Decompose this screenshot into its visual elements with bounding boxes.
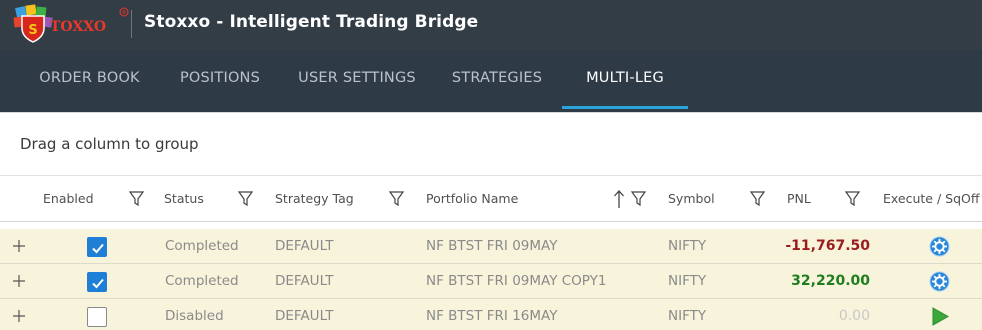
grid-header: Enabled Status Strategy Tag Portfolio Na… bbox=[0, 176, 982, 222]
column-header-symbol[interactable]: Symbol bbox=[668, 176, 715, 222]
portfolio-name-cell: NF BTST FRI 09MAY COPY1 bbox=[426, 273, 607, 289]
filter-icon[interactable] bbox=[238, 191, 253, 207]
filter-icon[interactable] bbox=[129, 191, 144, 207]
pnl-cell: 32,220.00 bbox=[791, 273, 870, 289]
group-by-panel[interactable]: Drag a column to group bbox=[0, 112, 982, 176]
logo-separator bbox=[131, 10, 132, 38]
svg-text:®: ® bbox=[121, 10, 127, 17]
stoxxo-logo: S TOXXO ® bbox=[13, 4, 129, 43]
title-bar: S TOXXO ® Stoxxo - Intelligent Trading B… bbox=[0, 0, 982, 50]
tab-user-settings[interactable]: USER SETTINGS bbox=[284, 50, 430, 112]
status-cell: Completed bbox=[165, 273, 239, 289]
filter-icon[interactable] bbox=[845, 191, 860, 207]
sqoff-gear-icon[interactable] bbox=[929, 236, 950, 257]
table-row[interactable]: Disabled DEFAULT NF BTST FRI 16MAY NIFTY… bbox=[0, 299, 982, 330]
checkmark-icon bbox=[92, 278, 104, 289]
pnl-cell: 0.00 bbox=[838, 308, 870, 324]
table-row[interactable]: Completed DEFAULT NF BTST FRI 09MAY NIFT… bbox=[0, 229, 982, 264]
symbol-cell: NIFTY bbox=[668, 238, 707, 254]
active-tab-indicator bbox=[562, 106, 688, 109]
column-header-execute-sqoff[interactable]: Execute / SqOff bbox=[883, 176, 979, 222]
strategy-tag-cell: DEFAULT bbox=[275, 238, 334, 254]
app-title: Stoxxo - Intelligent Trading Bridge bbox=[144, 12, 479, 32]
status-cell: Disabled bbox=[165, 308, 224, 324]
tab-order-book[interactable]: ORDER BOOK bbox=[24, 50, 155, 112]
symbol-cell: NIFTY bbox=[668, 273, 707, 289]
main-nav: ORDER BOOK POSITIONS USER SETTINGS STRAT… bbox=[0, 50, 982, 112]
portfolio-name-cell: NF BTST FRI 09MAY bbox=[426, 238, 558, 254]
group-panel-hint: Drag a column to group bbox=[20, 135, 199, 153]
checkmark-icon bbox=[92, 243, 104, 254]
column-header-portfolio-name[interactable]: Portfolio Name bbox=[426, 176, 518, 222]
column-header-status[interactable]: Status bbox=[164, 176, 204, 222]
tab-positions[interactable]: POSITIONS bbox=[164, 50, 276, 112]
filter-icon[interactable] bbox=[631, 191, 646, 207]
svg-text:S: S bbox=[28, 23, 37, 38]
play-icon[interactable] bbox=[929, 306, 950, 327]
enabled-checkbox[interactable] bbox=[87, 237, 107, 257]
column-header-pnl[interactable]: PNL bbox=[787, 176, 811, 222]
strategy-tag-cell: DEFAULT bbox=[275, 308, 334, 324]
portfolio-name-cell: NF BTST FRI 16MAY bbox=[426, 308, 558, 324]
pnl-cell: -11,767.50 bbox=[785, 238, 870, 254]
expand-row-icon[interactable] bbox=[12, 239, 26, 253]
sort-ascending-icon[interactable] bbox=[613, 189, 625, 209]
symbol-cell: NIFTY bbox=[668, 308, 707, 324]
strategy-tag-cell: DEFAULT bbox=[275, 273, 334, 289]
filter-icon[interactable] bbox=[750, 191, 765, 207]
tab-strategies[interactable]: STRATEGIES bbox=[438, 50, 556, 112]
enabled-checkbox[interactable] bbox=[87, 307, 107, 327]
tab-multi-leg[interactable]: MULTI-LEG bbox=[562, 50, 688, 112]
table-row[interactable]: Completed DEFAULT NF BTST FRI 09MAY COPY… bbox=[0, 264, 982, 299]
sqoff-gear-icon[interactable] bbox=[929, 271, 950, 292]
column-header-strategy-tag[interactable]: Strategy Tag bbox=[275, 176, 354, 222]
expand-row-icon[interactable] bbox=[12, 274, 26, 288]
column-header-enabled[interactable]: Enabled bbox=[43, 176, 94, 222]
filter-icon[interactable] bbox=[389, 191, 404, 207]
enabled-checkbox[interactable] bbox=[87, 272, 107, 292]
logo-text: TOXXO bbox=[50, 19, 106, 35]
status-cell: Completed bbox=[165, 238, 239, 254]
expand-row-icon[interactable] bbox=[12, 309, 26, 323]
